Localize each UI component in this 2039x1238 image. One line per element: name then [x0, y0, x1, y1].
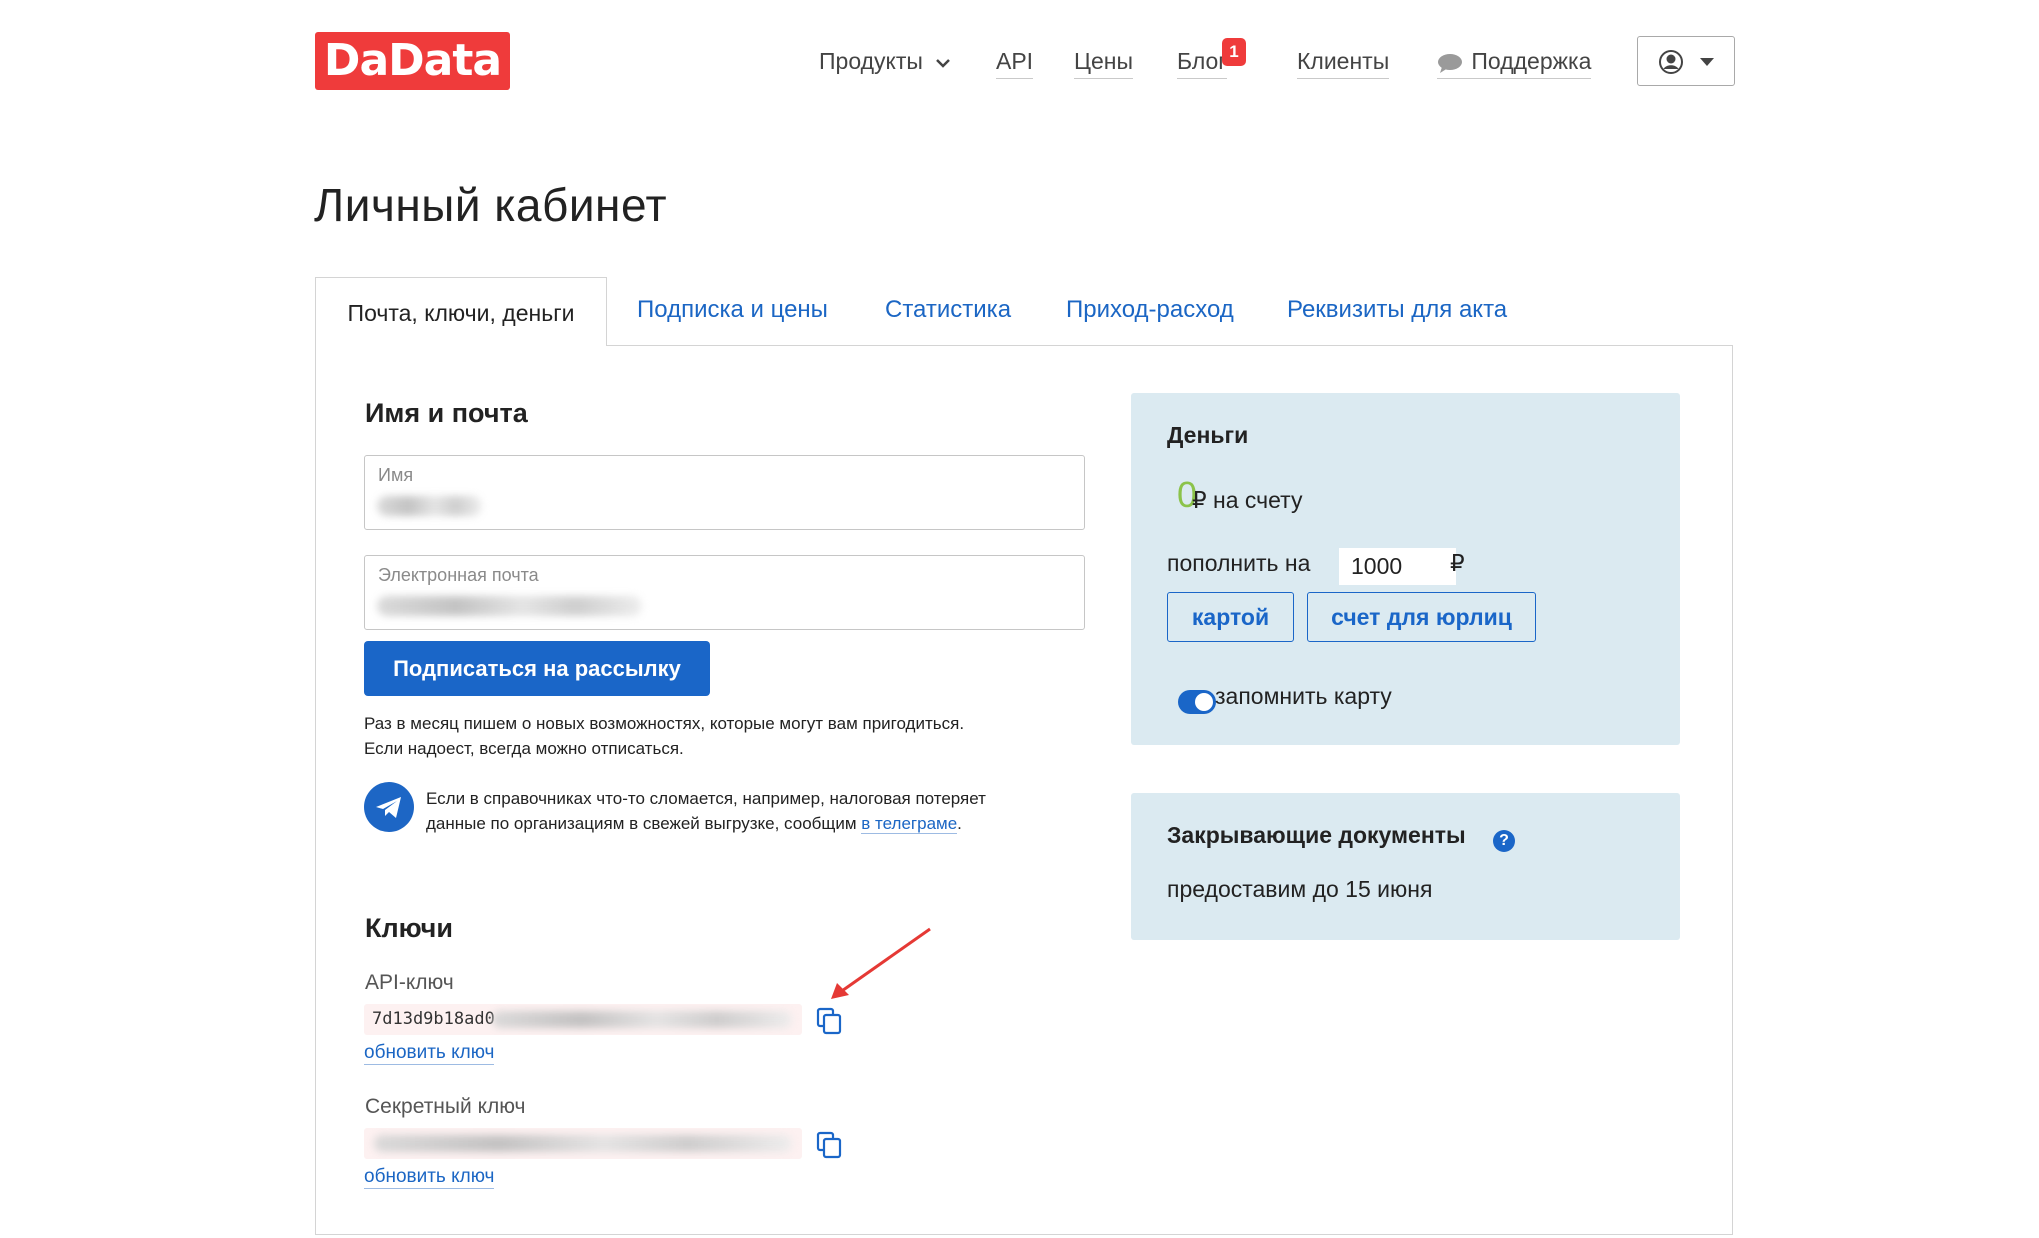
telegram-link[interactable]: в телеграме	[861, 814, 958, 834]
nav-blog[interactable]: Блог	[1177, 44, 1227, 79]
pay-by-card-button[interactable]: картой	[1167, 592, 1294, 642]
copy-secret-key-icon[interactable]	[816, 1131, 844, 1159]
caret-down-icon	[1700, 58, 1714, 66]
telegram-note-line-2: данные по организациям в свежей выгрузке…	[426, 811, 962, 836]
nav-products-label: Продукты	[819, 48, 923, 74]
tab-statistics[interactable]: Статистика	[885, 296, 1011, 324]
nav-api[interactable]: API	[996, 44, 1034, 79]
api-key-label: API-ключ	[365, 971, 454, 994]
money-card-title: Деньги	[1167, 422, 1249, 448]
help-icon[interactable]: ?	[1493, 830, 1515, 852]
api-key-field[interactable]: 7d13d9b18ad0	[364, 1004, 802, 1035]
subscribe-note-line-2: Если надоест, всегда можно отписаться.	[364, 739, 684, 758]
secret-key-field[interactable]	[364, 1128, 802, 1159]
invoice-button[interactable]: счет для юрлиц	[1307, 592, 1536, 642]
blog-notification-badge: 1	[1222, 38, 1246, 66]
nav-support-label: Поддержка	[1471, 48, 1592, 74]
telegram-note-text: данные по организациям в свежей выгрузке…	[426, 814, 857, 833]
closing-docs-card	[1131, 793, 1680, 940]
balance-suffix: ₽ на счету	[1192, 487, 1303, 513]
secret-key-redacted	[374, 1135, 792, 1152]
subscribe-note-line-1: Раз в месяц пишем о новых возможностях, …	[364, 714, 965, 733]
profile-section-title: Имя и почта	[365, 398, 528, 428]
toggle-knob	[1195, 693, 1213, 711]
refresh-api-key-link[interactable]: обновить ключ	[364, 1042, 495, 1065]
closing-docs-note: предоставим до 15 июня	[1167, 876, 1433, 902]
tab-mail-keys-money[interactable]: Почта, ключи, деньги	[315, 277, 607, 346]
telegram-note-period: .	[957, 814, 962, 833]
email-field-label: Электронная почта	[378, 565, 539, 585]
chat-bubble-icon	[1438, 53, 1462, 73]
closing-docs-title: Закрывающие документы	[1167, 822, 1466, 848]
dadata-logo[interactable]: DaData	[315, 32, 510, 90]
red-arrow-annotation	[831, 927, 931, 999]
user-menu-button[interactable]	[1637, 36, 1735, 86]
remember-card-toggle[interactable]	[1178, 690, 1216, 714]
tab-income-expense[interactable]: Приход-расход	[1066, 296, 1234, 324]
refresh-secret-key-link[interactable]: обновить ключ	[364, 1166, 495, 1189]
subscribe-newsletter-button[interactable]: Подписаться на рассылку	[364, 641, 710, 696]
page-title: Личный кабинет	[314, 179, 668, 231]
copy-api-key-icon[interactable]	[816, 1007, 844, 1035]
chevron-down-icon	[936, 59, 951, 68]
topup-amount-input[interactable]	[1339, 548, 1456, 585]
api-key-redacted	[492, 1011, 792, 1028]
topup-label: пополнить на	[1167, 550, 1311, 576]
email-value-redacted	[377, 596, 642, 616]
tab-subscription[interactable]: Подписка и цены	[637, 296, 828, 324]
tab-act-details[interactable]: Реквизиты для акта	[1287, 296, 1507, 324]
topup-currency: ₽	[1450, 550, 1465, 576]
api-key-value: 7d13d9b18ad0	[372, 1009, 495, 1029]
nav-support[interactable]: Поддержка	[1437, 44, 1592, 79]
name-value-redacted	[377, 496, 482, 516]
name-field-label: Имя	[378, 465, 414, 485]
remember-card-label: запомнить карту	[1215, 683, 1392, 709]
tabs-divider	[606, 345, 1733, 346]
nav-products[interactable]: Продукты	[819, 44, 951, 78]
email-field[interactable]: Электронная почта	[364, 555, 1085, 630]
user-avatar-icon	[1659, 50, 1683, 74]
keys-section-title: Ключи	[365, 913, 453, 943]
nav-prices[interactable]: Цены	[1074, 44, 1134, 79]
telegram-icon	[364, 782, 414, 832]
name-field[interactable]: Имя	[364, 455, 1085, 530]
secret-key-label: Секретный ключ	[365, 1095, 526, 1118]
telegram-note-line-1: Если в справочниках что-то сломается, на…	[426, 789, 986, 808]
nav-clients[interactable]: Клиенты	[1297, 44, 1390, 79]
